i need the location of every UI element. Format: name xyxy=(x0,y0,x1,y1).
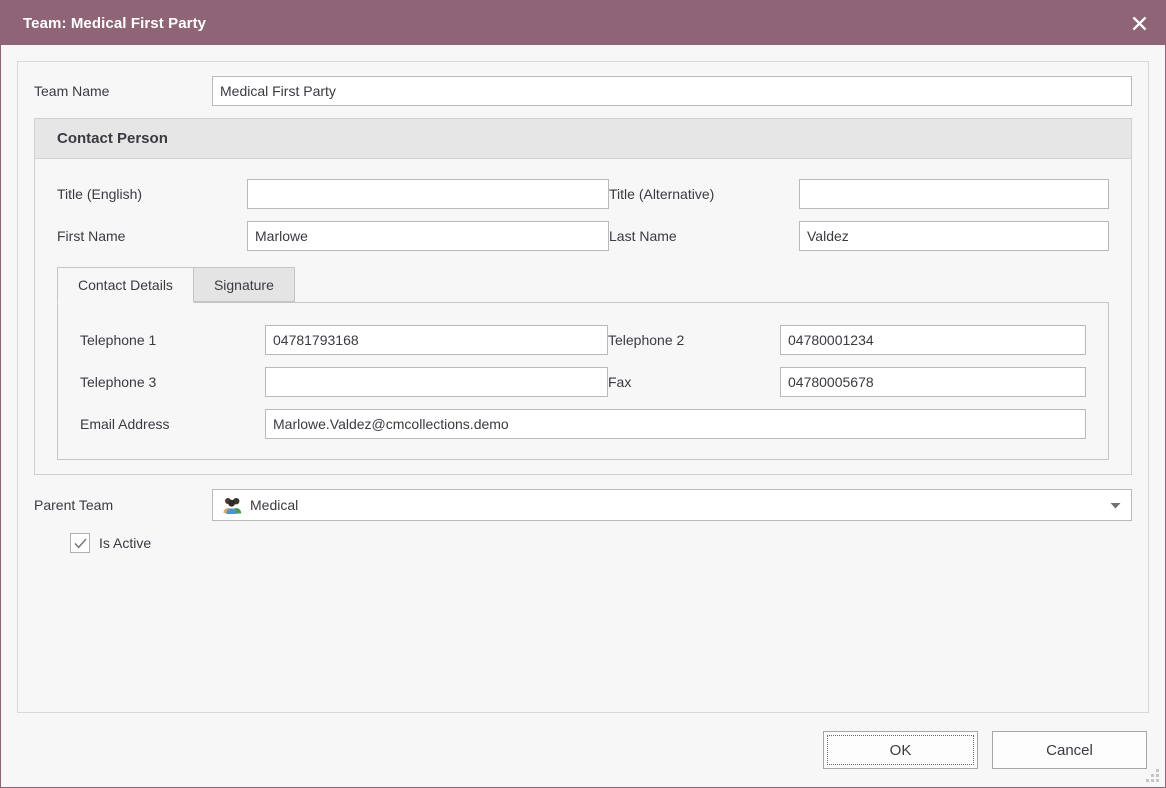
telephone-1-2-row: Telephone 1 Telephone 2 xyxy=(80,325,1086,355)
fax-input[interactable] xyxy=(780,367,1086,397)
contact-details-panel: Telephone 1 Telephone 2 Telephone 3 xyxy=(57,302,1109,460)
title-alternative-input[interactable] xyxy=(799,179,1109,209)
email-input[interactable] xyxy=(265,409,1086,439)
content-panel: Team Name Contact Person Title (English)… xyxy=(17,61,1149,713)
contact-person-legend: Contact Person xyxy=(35,119,1131,159)
title-english-label: Title (English) xyxy=(57,186,143,202)
email-row: Email Address xyxy=(80,409,1086,439)
telephone-2-label: Telephone 2 xyxy=(608,332,685,348)
telephone-1-label: Telephone 1 xyxy=(80,332,157,348)
telephone-2-cell: Telephone 2 xyxy=(608,325,1086,355)
contact-person-groupbox: Contact Person Title (English) Title (Al… xyxy=(34,118,1132,475)
telephone-1-cell: Telephone 1 xyxy=(80,325,608,355)
tab-signature-label: Signature xyxy=(213,276,274,293)
telephone-3-fax-row: Telephone 3 Fax xyxy=(80,367,1086,397)
last-name-label: Last Name xyxy=(609,228,677,244)
close-icon[interactable] xyxy=(1113,1,1165,45)
parent-team-label: Parent Team xyxy=(34,497,114,513)
resize-grip-icon[interactable] xyxy=(1146,769,1160,783)
title-alternative-label: Title (Alternative) xyxy=(609,186,715,202)
first-name-label: First Name xyxy=(57,228,126,244)
ok-button-label: OK xyxy=(889,741,912,759)
contact-person-inner: Title (English) Title (Alternative) Firs… xyxy=(35,159,1131,474)
title-alternative-cell: Title (Alternative) xyxy=(609,179,1109,209)
ok-button[interactable]: OK xyxy=(823,731,978,769)
parent-team-value: Medical xyxy=(250,497,299,513)
telephone-3-label: Telephone 3 xyxy=(80,374,157,390)
telephone-1-input[interactable] xyxy=(265,325,608,355)
team-name-input[interactable] xyxy=(212,76,1132,106)
parent-team-combobox[interactable]: Medical xyxy=(212,489,1132,521)
parent-team-row: Parent Team Medical xyxy=(34,489,1132,521)
cancel-button-label: Cancel xyxy=(1046,741,1093,759)
checkmark-icon xyxy=(73,538,87,549)
team-dialog-window: Team: Medical First Party Team Name Cont… xyxy=(0,0,1166,788)
tab-contact-details-label: Contact Details xyxy=(78,277,173,293)
last-name-cell: Last Name xyxy=(609,221,1109,251)
dialog-footer: OK Cancel xyxy=(1,713,1165,787)
tab-contact-details[interactable]: Contact Details xyxy=(57,267,194,303)
telephone-3-cell: Telephone 3 xyxy=(80,367,608,397)
first-name-cell: First Name xyxy=(57,221,609,251)
telephone-2-input[interactable] xyxy=(780,325,1086,355)
fax-cell: Fax xyxy=(608,367,1086,397)
is-active-row[interactable]: Is Active xyxy=(70,533,1132,553)
title-bar: Team: Medical First Party xyxy=(1,1,1165,45)
email-label: Email Address xyxy=(80,416,170,432)
title-english-cell: Title (English) xyxy=(57,179,609,209)
users-group-icon xyxy=(222,496,242,514)
fax-label: Fax xyxy=(608,374,632,390)
contact-person-tabstrip: Contact Details Signature xyxy=(57,267,1109,303)
cancel-button[interactable]: Cancel xyxy=(992,731,1147,769)
dialog-body: Team Name Contact Person Title (English)… xyxy=(1,45,1165,713)
team-name-label: Team Name xyxy=(34,83,110,99)
chevron-down-icon[interactable] xyxy=(1107,502,1123,509)
is-active-label: Is Active xyxy=(99,535,152,551)
telephone-3-input[interactable] xyxy=(265,367,608,397)
title-english-input[interactable] xyxy=(247,179,609,209)
team-name-row: Team Name xyxy=(34,76,1132,106)
title-row: Title (English) Title (Alternative) xyxy=(57,179,1109,209)
is-active-checkbox[interactable] xyxy=(70,533,90,553)
window-title: Team: Medical First Party xyxy=(23,14,207,32)
last-name-input[interactable] xyxy=(799,221,1109,251)
name-row: First Name Last Name xyxy=(57,221,1109,251)
first-name-input[interactable] xyxy=(247,221,609,251)
tab-signature[interactable]: Signature xyxy=(193,267,295,302)
